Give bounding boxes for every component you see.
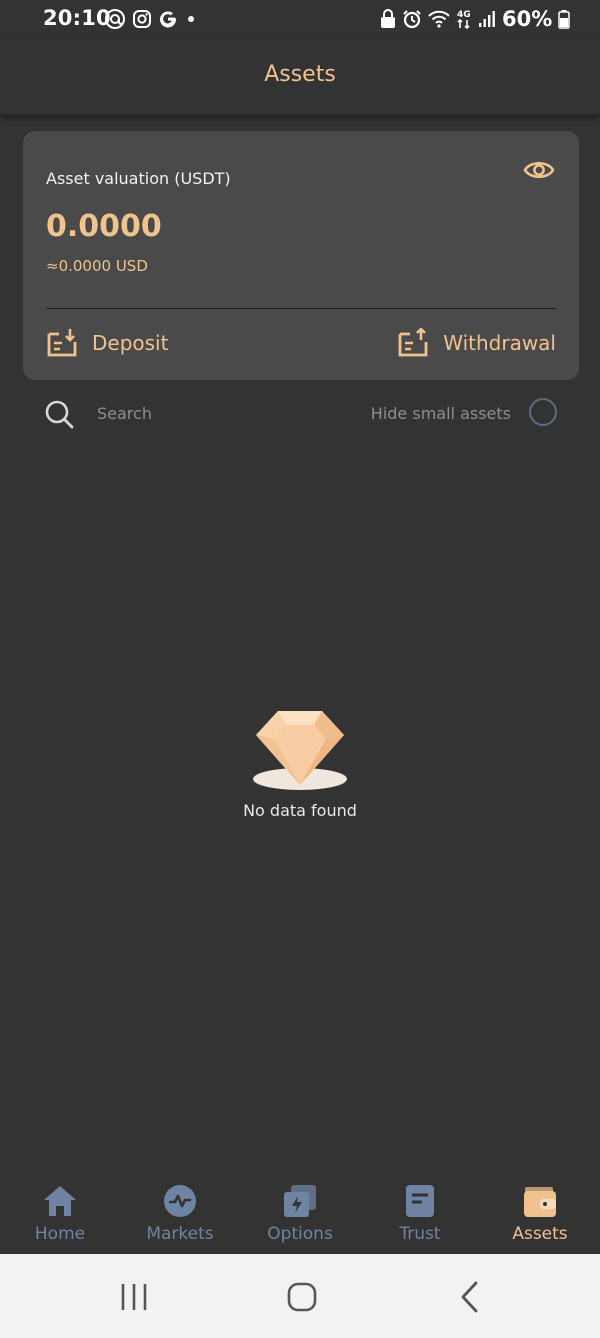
withdrawal-icon — [398, 328, 428, 357]
nav-label-assets: Assets — [512, 1224, 568, 1244]
back-system-button[interactable] — [450, 1278, 490, 1316]
svg-text:4G: 4G — [457, 10, 471, 20]
bottom-navigation: Home Markets Options Trust Assets — [0, 1170, 600, 1254]
visibility-toggle-button[interactable] — [523, 157, 555, 183]
threads-icon — [105, 9, 125, 29]
signal-icon — [479, 11, 495, 27]
asset-valuation-card: Asset valuation (USDT) 0.0000 ≈0.0000 US… — [23, 131, 579, 380]
eye-icon — [523, 161, 555, 179]
recent-apps-icon — [121, 1284, 147, 1310]
options-icon — [284, 1185, 316, 1217]
nav-label-trust: Trust — [399, 1224, 441, 1244]
home-circle-icon — [287, 1282, 317, 1312]
valuation-amount: 0.0000 — [46, 209, 162, 244]
recent-apps-button[interactable] — [114, 1278, 154, 1316]
wallet-icon — [524, 1187, 556, 1217]
nav-item-trust[interactable]: Trust — [360, 1182, 480, 1252]
withdrawal-label: Withdrawal — [443, 331, 556, 355]
empty-state: No data found — [200, 705, 400, 835]
valuation-usd-equivalent: ≈0.0000 USD — [46, 257, 148, 275]
hide-small-assets-label: Hide small assets — [370, 404, 511, 423]
back-chevron-icon — [461, 1281, 478, 1313]
deposit-icon — [47, 329, 77, 357]
hide-small-assets-toggle[interactable] — [529, 398, 557, 426]
deposit-label: Deposit — [92, 331, 169, 355]
wifi-icon — [428, 10, 450, 28]
nav-item-options[interactable]: Options — [240, 1182, 360, 1252]
card-divider — [46, 308, 556, 309]
nav-item-assets[interactable]: Assets — [480, 1182, 600, 1252]
valuation-label: Asset valuation (USDT) — [46, 169, 231, 188]
system-navigation-bar — [0, 1254, 600, 1338]
search-input[interactable] — [97, 399, 297, 427]
status-bar: 20:10 4G 60% — [0, 0, 600, 38]
lock-icon — [381, 9, 395, 28]
network-4g-icon: 4G — [457, 10, 471, 30]
nav-label-options: Options — [267, 1224, 333, 1244]
nav-label-home: Home — [34, 1224, 86, 1244]
status-system-icons: 4G 60% — [380, 7, 571, 31]
battery-icon — [558, 10, 571, 29]
trust-icon — [406, 1185, 434, 1217]
diamond-icon — [253, 711, 347, 790]
page-title: Assets — [264, 62, 336, 87]
nav-item-markets[interactable]: Markets — [120, 1182, 240, 1252]
withdrawal-button[interactable]: Withdrawal — [397, 326, 556, 360]
google-icon — [160, 11, 177, 28]
search-icon — [45, 400, 74, 429]
markets-icon — [164, 1185, 196, 1217]
search-row: Hide small assets — [23, 393, 579, 433]
home-icon — [44, 1186, 76, 1216]
alarm-icon — [403, 10, 421, 29]
battery-percent: 60% — [502, 7, 553, 31]
deposit-button[interactable]: Deposit — [46, 326, 168, 360]
nav-label-markets: Markets — [146, 1224, 214, 1244]
nav-item-home[interactable]: Home — [0, 1182, 120, 1252]
status-time: 20:10 — [43, 6, 111, 30]
notification-dot-icon — [188, 16, 194, 22]
app-header: Assets — [0, 38, 600, 115]
empty-state-text: No data found — [243, 801, 357, 820]
instagram-icon — [133, 10, 151, 28]
home-system-button[interactable] — [282, 1278, 322, 1316]
status-notification-icons — [104, 8, 198, 30]
